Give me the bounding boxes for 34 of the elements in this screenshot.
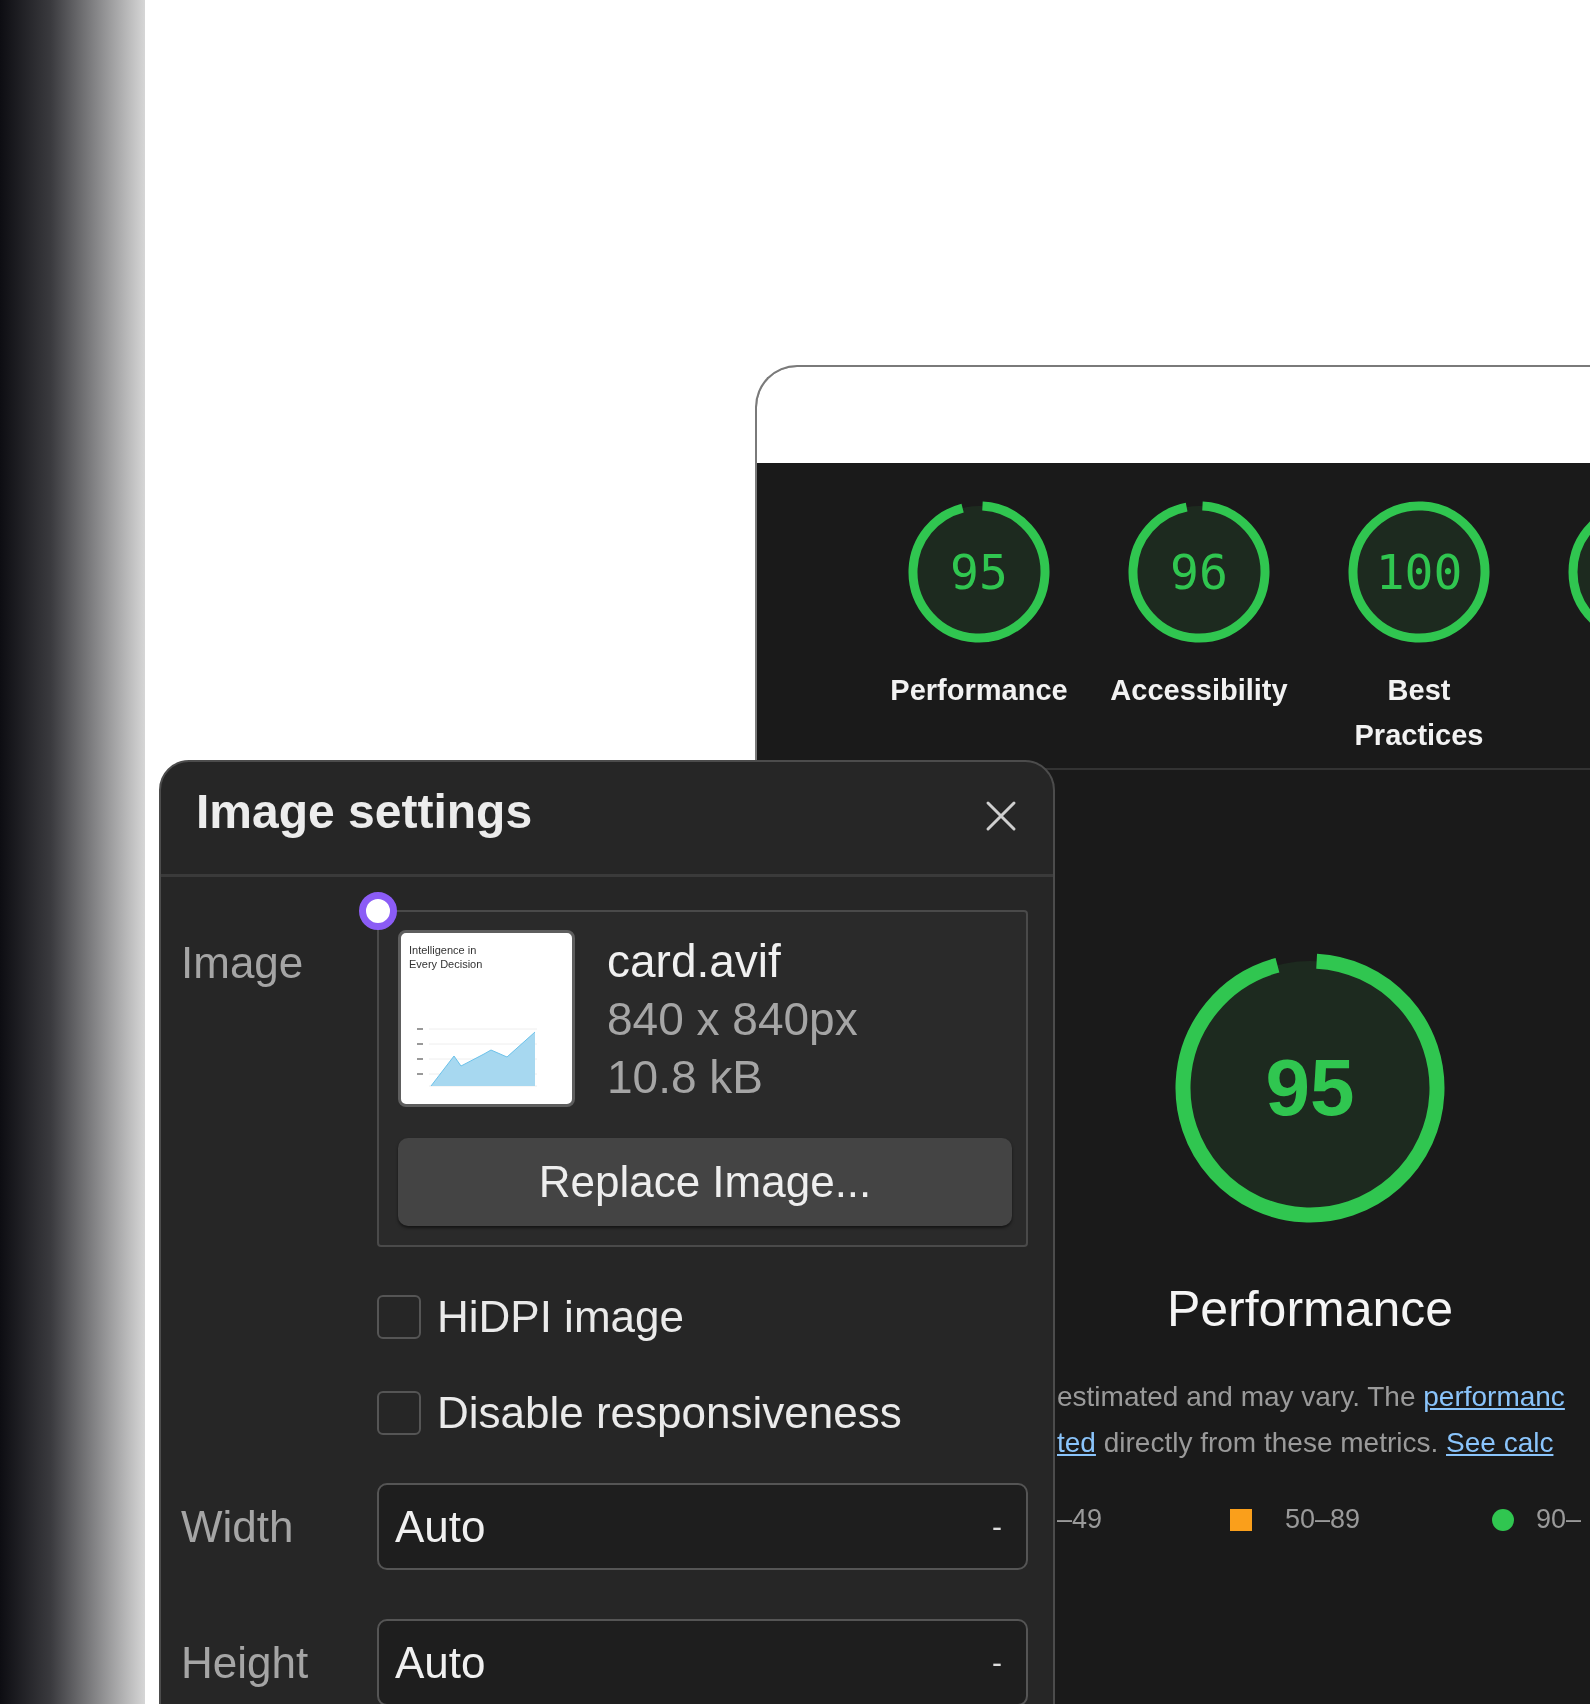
- description-text: estimated and may vary. The performanc: [1057, 1380, 1566, 1414]
- checkbox[interactable]: [377, 1295, 421, 1339]
- image-dimensions: 840 x 840px: [607, 992, 858, 1047]
- replace-image-button[interactable]: Replace Image...: [398, 1138, 1012, 1226]
- thumbnail-title: Intelligence in Every Decision: [409, 943, 484, 971]
- field-label: Image: [181, 937, 305, 989]
- file-name: card.avif: [607, 934, 782, 989]
- dropdown-indicator: -: [992, 1645, 1002, 1680]
- score-range: –49: [1057, 1504, 1103, 1535]
- category-label: Performance: [889, 673, 1069, 708]
- link[interactable]: performanc: [1423, 1381, 1565, 1412]
- dropdown-indicator: -: [992, 1509, 1002, 1544]
- description-text: ted directly from these metrics. See calc: [1057, 1426, 1555, 1460]
- category-title: Performance: [1166, 1280, 1454, 1338]
- score-value: 100: [1374, 543, 1464, 602]
- score-range: 90–: [1536, 1504, 1582, 1535]
- field-label: Width: [181, 1500, 295, 1553]
- input-field[interactable]: Auto -: [377, 1619, 1028, 1704]
- category-label: Best Practices: [1353, 673, 1485, 753]
- field-label: Height: [181, 1636, 310, 1689]
- score-range: 50–89: [1285, 1504, 1361, 1535]
- checkbox-label: HiDPI image: [437, 1292, 684, 1342]
- score-value: 95: [949, 543, 1009, 602]
- checkbox[interactable]: [377, 1391, 421, 1435]
- file-size: 10.8 kB: [607, 1050, 764, 1105]
- handle-dot-icon[interactable]: [359, 892, 397, 930]
- score-value: 95: [1264, 1042, 1356, 1134]
- category-label: Accessibility: [1109, 673, 1289, 708]
- checkbox-label: Disable responsiveness: [437, 1388, 902, 1438]
- link[interactable]: ted: [1057, 1427, 1096, 1458]
- dialog-title: Image settings: [196, 783, 533, 839]
- score-value: 96: [1169, 543, 1229, 602]
- link[interactable]: See calc: [1446, 1427, 1554, 1458]
- input-field[interactable]: Auto -: [377, 1483, 1028, 1570]
